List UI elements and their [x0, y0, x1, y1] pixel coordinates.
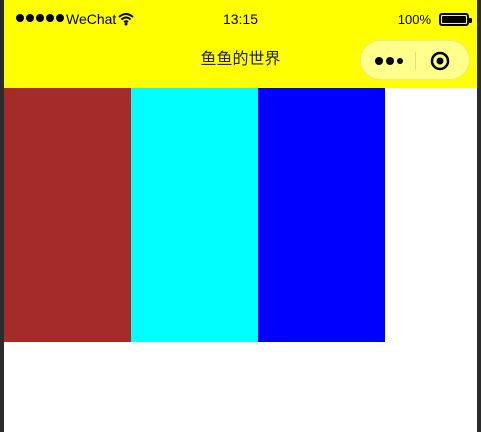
- color-block-brown: [4, 88, 131, 342]
- capsule-menu: [360, 40, 470, 80]
- battery-icon: [439, 13, 472, 26]
- battery-percent: 100%: [397, 12, 431, 27]
- navigation-bar: 鱼鱼的世界: [4, 40, 477, 88]
- close-miniprogram-button[interactable]: [429, 50, 451, 72]
- color-block-cyan: [131, 88, 258, 342]
- more-button[interactable]: [371, 51, 407, 71]
- more-dot-icon: [397, 58, 403, 64]
- phone-screen: WeChat 13:15 100% 鱼鱼的世界: [4, 0, 477, 432]
- window-frame-right: [477, 0, 481, 432]
- capsule-divider: [415, 52, 416, 70]
- status-bar: WeChat 13:15 100%: [4, 0, 477, 40]
- color-block-row: [4, 88, 385, 342]
- color-block-blue: [258, 88, 385, 342]
- more-dot-icon: [386, 57, 394, 65]
- more-dot-icon: [375, 57, 383, 65]
